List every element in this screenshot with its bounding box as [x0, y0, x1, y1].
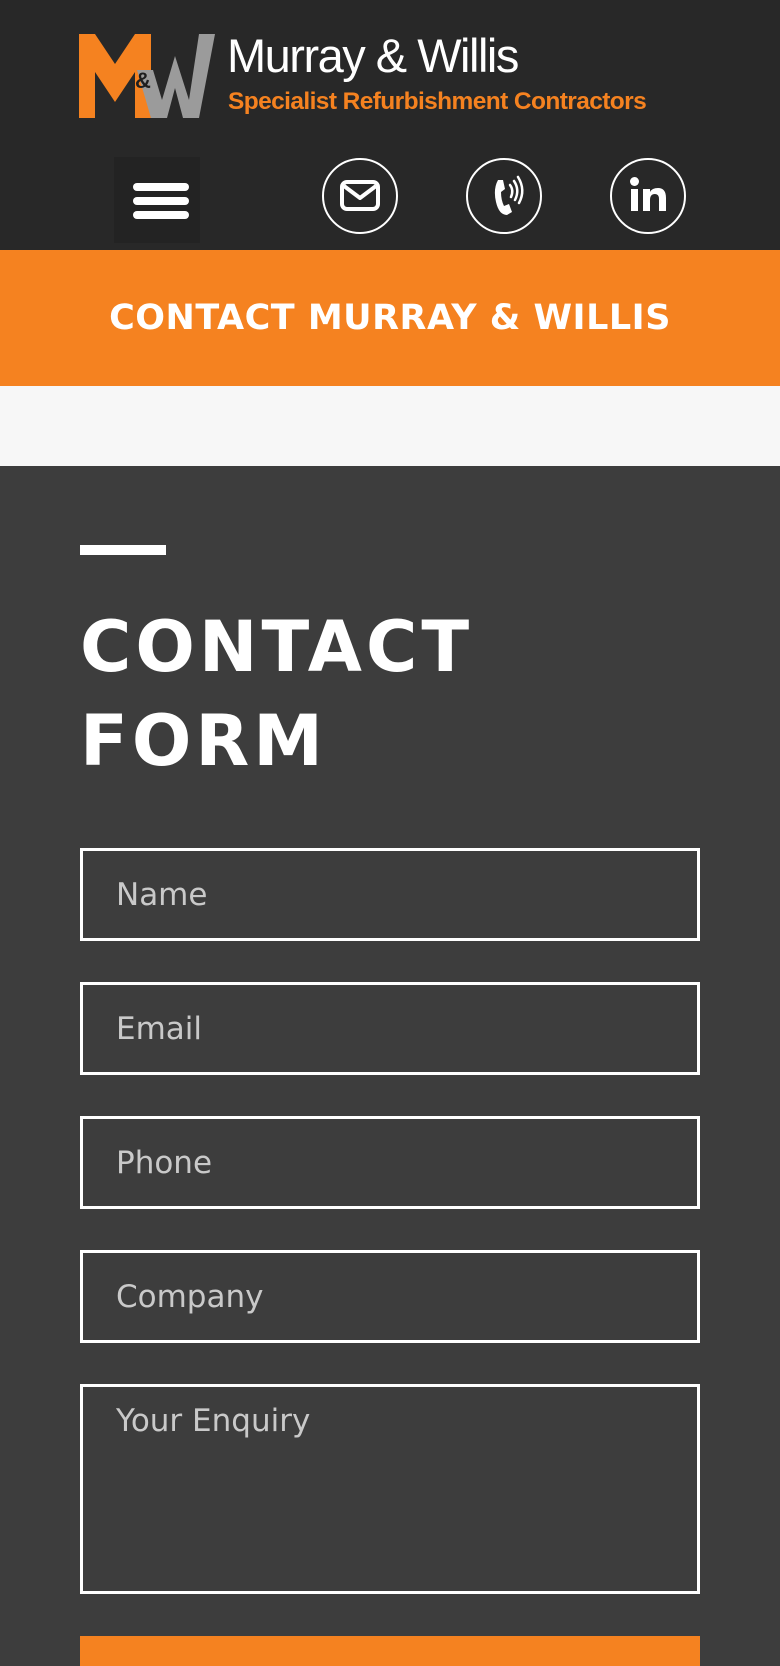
envelope-icon	[340, 180, 380, 211]
brand-logo[interactable]: & Murray & Willis Specialist Refurbishme…	[79, 30, 699, 118]
email-button[interactable]	[322, 158, 398, 234]
name-field[interactable]	[80, 848, 700, 941]
phone-field[interactable]	[80, 1116, 700, 1209]
mw-logo-mark: &	[79, 34, 215, 118]
brand-tagline: Specialist Refurbishment Contractors	[228, 88, 647, 115]
logo-ampersand: &	[135, 68, 151, 93]
submit-button[interactable]	[80, 1636, 700, 1666]
page-banner: CONTACT MURRAY & WILLIS	[0, 250, 780, 386]
phone-button[interactable]	[466, 158, 542, 234]
site-header: & Murray & Willis Specialist Refurbishme…	[0, 0, 780, 250]
company-field[interactable]	[80, 1250, 700, 1343]
brand-name: Murray & Willis	[227, 29, 519, 82]
phone-icon	[494, 175, 524, 215]
linkedin-icon	[630, 177, 666, 211]
section-accent-line	[80, 545, 166, 555]
enquiry-field[interactable]	[80, 1384, 700, 1594]
contact-form-title: CONTACT FORM	[80, 606, 474, 782]
menu-button[interactable]	[114, 157, 200, 243]
email-field[interactable]	[80, 982, 700, 1075]
banner-title: CONTACT MURRAY & WILLIS	[109, 298, 671, 338]
section-divider	[0, 386, 780, 466]
linkedin-button[interactable]	[610, 158, 686, 234]
